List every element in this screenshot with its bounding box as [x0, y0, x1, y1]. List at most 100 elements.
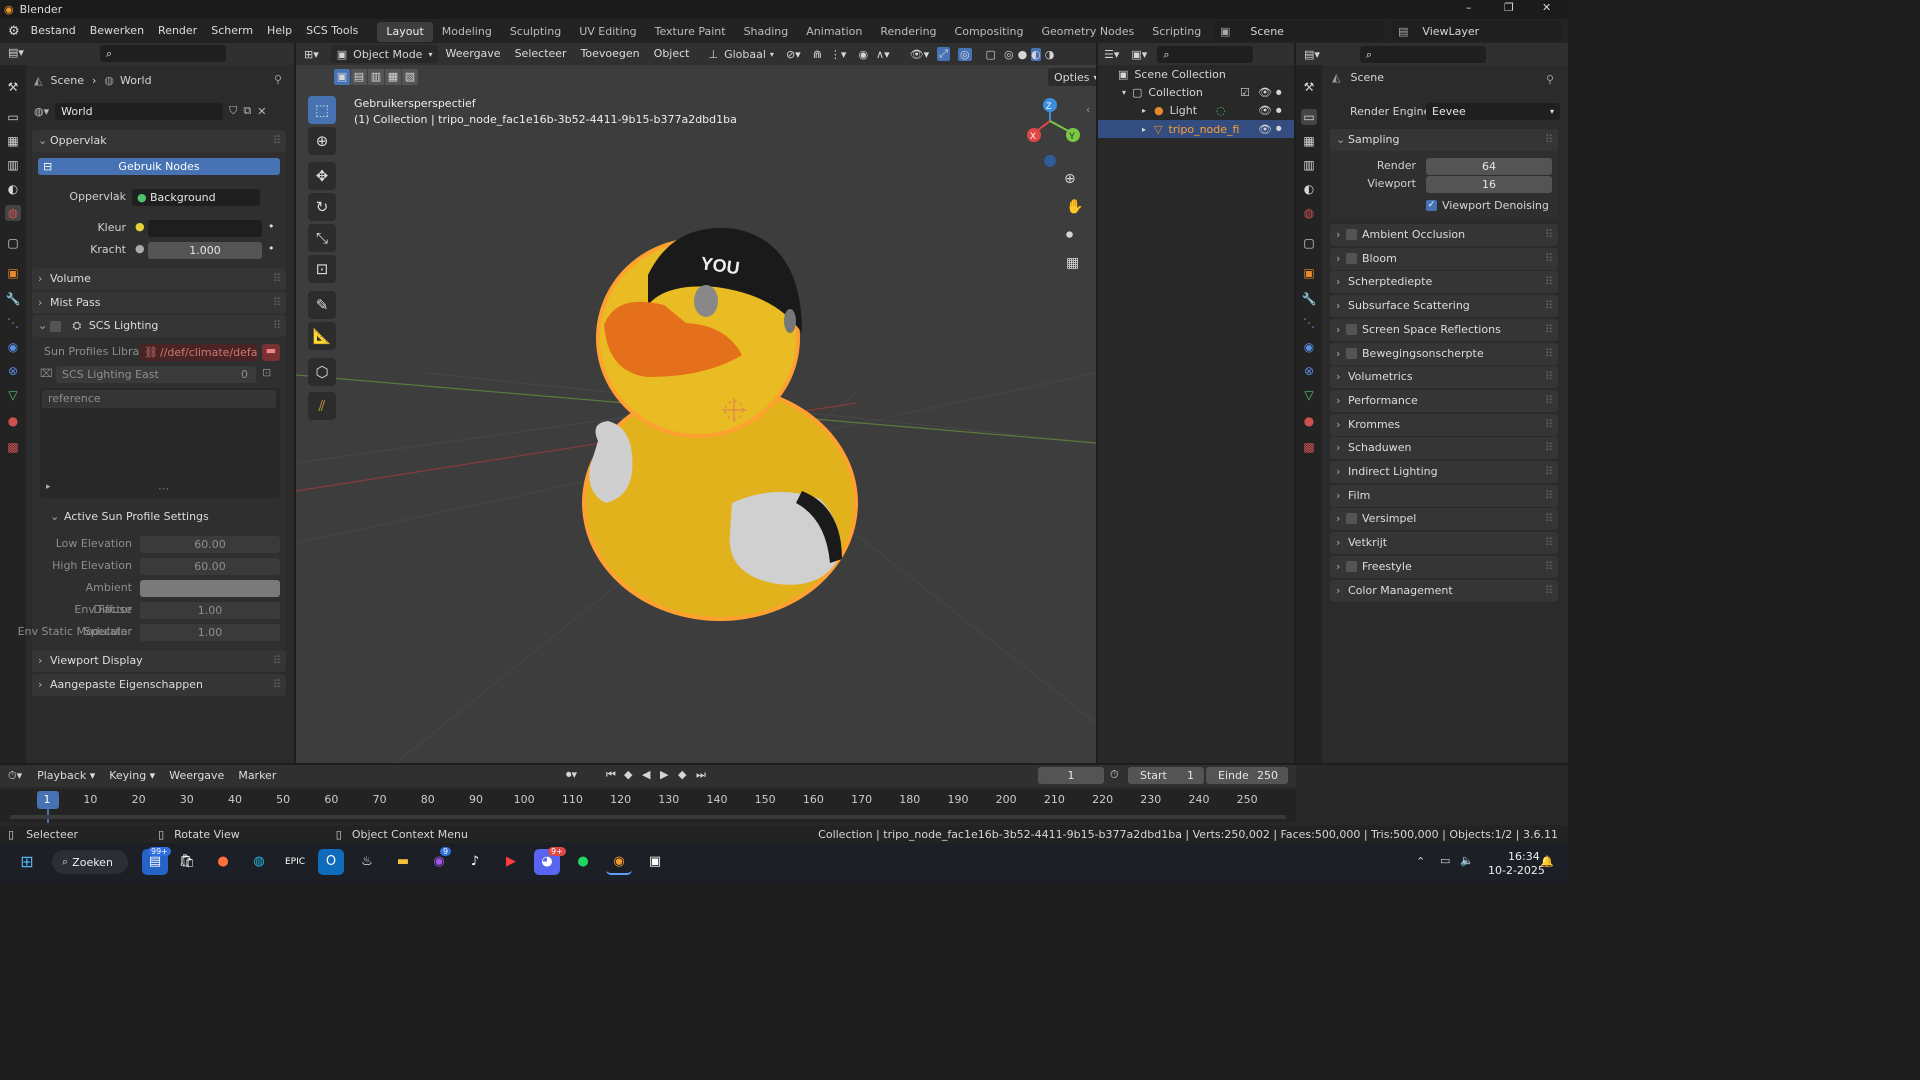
clock-time[interactable]: 16:34 — [1508, 850, 1540, 863]
collection-tab-icon[interactable]: ▢ — [5, 235, 21, 251]
scene-tab-icon[interactable]: ◐ — [1301, 181, 1317, 197]
properties-section-schaduwen[interactable]: › Schaduwen ⠿ — [1330, 437, 1558, 460]
low-elevation-field[interactable]: 60.00 — [140, 536, 280, 553]
properties-section-film[interactable]: › Film ⠿ — [1330, 484, 1558, 507]
blender-menu-icon[interactable]: ⚙ — [8, 24, 20, 39]
surface-header[interactable]: ⌄ Oppervlak ⠿ — [32, 130, 286, 152]
properties-section-performance[interactable]: › Performance ⠿ — [1330, 389, 1558, 412]
object-tab-icon[interactable]: ▣ — [5, 265, 21, 281]
timeline-menu-view[interactable]: Weergave — [162, 765, 231, 787]
custom-properties-section[interactable]: › Aangepaste Eigenschappen ⠿ — [32, 674, 286, 696]
world-name-field[interactable]: World — [55, 102, 224, 120]
jump-end-icon[interactable]: ⏭ — [696, 768, 706, 782]
unlink-icon[interactable]: ✕ — [257, 105, 266, 118]
strength-keyframe-dot[interactable]: • — [268, 242, 275, 255]
collection-checkbox-icon[interactable]: ☑ — [1240, 86, 1250, 99]
timeline-menu-playback[interactable]: Playback ▾ — [30, 765, 102, 787]
volume-icon[interactable]: 🔈 — [1460, 854, 1474, 867]
transform-tool-icon[interactable]: ⊡ — [308, 255, 336, 283]
properties-section-vetkrijt[interactable]: › Vetkrijt ⠿ — [1330, 532, 1558, 555]
drag-grip-icon[interactable]: ⠿ — [1545, 414, 1553, 436]
camera-render-icon[interactable]: ⏺ — [1276, 122, 1282, 136]
color-swatch[interactable] — [148, 220, 262, 237]
start-frame-field[interactable]: Start 1 — [1128, 767, 1204, 784]
modifier-tab-icon[interactable]: 🔧 — [5, 291, 21, 307]
close-button[interactable]: ✕ — [1542, 1, 1551, 14]
render-tab-icon[interactable]: ▭ — [1301, 109, 1317, 125]
scale-tool-icon[interactable]: ⤡ — [308, 224, 336, 252]
properties-section-bewegingsonscherpte[interactable]: › Bewegingsonscherpte ⠿ — [1330, 342, 1558, 365]
camera-view-icon[interactable]: ⏺ — [1066, 227, 1073, 243]
current-frame-field[interactable]: 1 — [1038, 767, 1104, 784]
firefox-icon[interactable]: ● — [210, 849, 236, 875]
list-expand-icon[interactable]: ▸ — [46, 482, 51, 492]
tab-rendering[interactable]: Rendering — [871, 22, 945, 42]
drag-grip-icon[interactable]: ⠿ — [1545, 224, 1553, 246]
select-box-tool-icon[interactable]: ⬚ — [308, 96, 336, 124]
left-search-input[interactable]: ⌕ — [100, 45, 226, 62]
duplicate-icon[interactable]: ⧉ — [243, 104, 251, 118]
tiktok-icon[interactable]: ♪ — [462, 849, 488, 875]
viewport-denoising-checkbox[interactable]: ✓ Viewport Denoising — [1426, 199, 1549, 212]
scene-tab-icon[interactable]: ◐ — [5, 181, 21, 197]
drag-grip-icon[interactable]: ⠿ — [273, 315, 281, 337]
editor-type-icon[interactable]: ▤▾ — [8, 46, 24, 59]
drag-grip-icon[interactable]: ⠿ — [1545, 437, 1553, 459]
physics-tab-icon[interactable]: ◉ — [5, 339, 21, 355]
menu-window[interactable]: Scherm — [204, 19, 260, 43]
drag-grip-icon[interactable]: ⠿ — [273, 292, 281, 314]
rotate-tool-icon[interactable]: ↻ — [308, 193, 336, 221]
drag-grip-icon[interactable]: ⠿ — [1545, 343, 1553, 365]
world-datablock[interactable]: ◍▾ World ⛉ ⧉ ✕ — [34, 102, 288, 120]
view-layer-tab-icon[interactable]: ▥ — [5, 157, 21, 173]
render-engine-dropdown[interactable]: Eevee ▾ — [1426, 103, 1560, 120]
annotate-tool-icon[interactable]: ✎ — [308, 291, 336, 319]
jump-start-icon[interactable]: ⏮ — [606, 768, 616, 782]
surface-shader-field[interactable]: ● Background — [132, 189, 260, 206]
output-tab-icon[interactable]: ▦ — [5, 133, 21, 149]
use-nodes-button[interactable]: ⊟ Gebruik Nodes — [38, 158, 280, 175]
modifier-tab-icon[interactable]: 🔧 — [1301, 291, 1317, 307]
move-tool-icon[interactable]: ✥ — [308, 162, 336, 190]
drag-grip-icon[interactable]: ⠿ — [1545, 532, 1553, 554]
material-tab-icon[interactable]: ● — [5, 413, 21, 429]
tab-compositing[interactable]: Compositing — [946, 22, 1033, 42]
pan-hand-icon[interactable]: ✋ — [1066, 199, 1083, 215]
menu-file[interactable]: Bestand — [24, 19, 83, 43]
outliner-root[interactable]: ▣ Scene Collection — [1118, 68, 1226, 81]
fake-user-icon[interactable]: ⛉ — [229, 104, 237, 118]
installer-icon[interactable]: ▣ — [642, 849, 668, 875]
properties-section-freestyle[interactable]: › Freestyle ⠿ — [1330, 555, 1558, 578]
scs-lighting-checkbox[interactable] — [50, 320, 61, 332]
drag-grip-icon[interactable]: ⠿ — [273, 650, 281, 672]
properties-section-scherptediepte[interactable]: › Scherptediepte ⠿ — [1330, 271, 1558, 294]
texture-tab-icon[interactable]: ▩ — [1301, 439, 1317, 455]
tab-layout[interactable]: Layout — [377, 22, 433, 42]
properties-section-ambient-occlusion[interactable]: › Ambient Occlusion ⠿ — [1330, 224, 1558, 246]
strength-field[interactable]: 1.000 — [148, 242, 262, 259]
add-cube-tool-icon[interactable]: ⬡ — [308, 358, 336, 386]
particles-tab-icon[interactable]: ⋱ — [1301, 315, 1317, 331]
end-frame-field[interactable]: Einde 250 — [1206, 767, 1288, 784]
minimize-button[interactable]: – — [1466, 1, 1472, 14]
viewport-samples-field[interactable]: 16 — [1426, 176, 1552, 193]
drag-grip-icon[interactable]: ⠿ — [1545, 580, 1553, 602]
tab-sculpting[interactable]: Sculpting — [501, 22, 570, 42]
outlook-icon[interactable]: O — [318, 849, 344, 875]
properties-section-versimpel[interactable]: › Versimpel ⠿ — [1330, 508, 1558, 531]
cursor-tool-icon[interactable]: ⊕ — [308, 127, 336, 155]
drag-grip-icon[interactable]: ⠿ — [1545, 390, 1553, 412]
render-tab-icon[interactable]: ▭ — [5, 109, 21, 125]
rubber-duck-object[interactable] — [582, 227, 858, 621]
section-checkbox[interactable] — [1346, 323, 1357, 335]
physics-tab-icon[interactable]: ◉ — [1301, 339, 1317, 355]
properties-section-bloom[interactable]: › Bloom ⠿ — [1330, 247, 1558, 270]
breadcrumb-world[interactable]: World — [120, 74, 152, 87]
tab-animation[interactable]: Animation — [797, 22, 871, 42]
outliner-item-mesh[interactable]: ▸ ▽ tripo_node_fi 👁 ⏺ — [1098, 120, 1294, 138]
outliner-collection[interactable]: ▾ ▢ Collection ☑ 👁 ⏺ — [1122, 86, 1294, 100]
data-tab-icon[interactable]: ▽ — [5, 387, 21, 403]
world-tab-icon[interactable]: ◍ — [1301, 205, 1317, 221]
constraints-tab-icon[interactable]: ⊗ — [5, 363, 21, 379]
scs-tool-icon[interactable]: ⫽ — [308, 392, 336, 420]
